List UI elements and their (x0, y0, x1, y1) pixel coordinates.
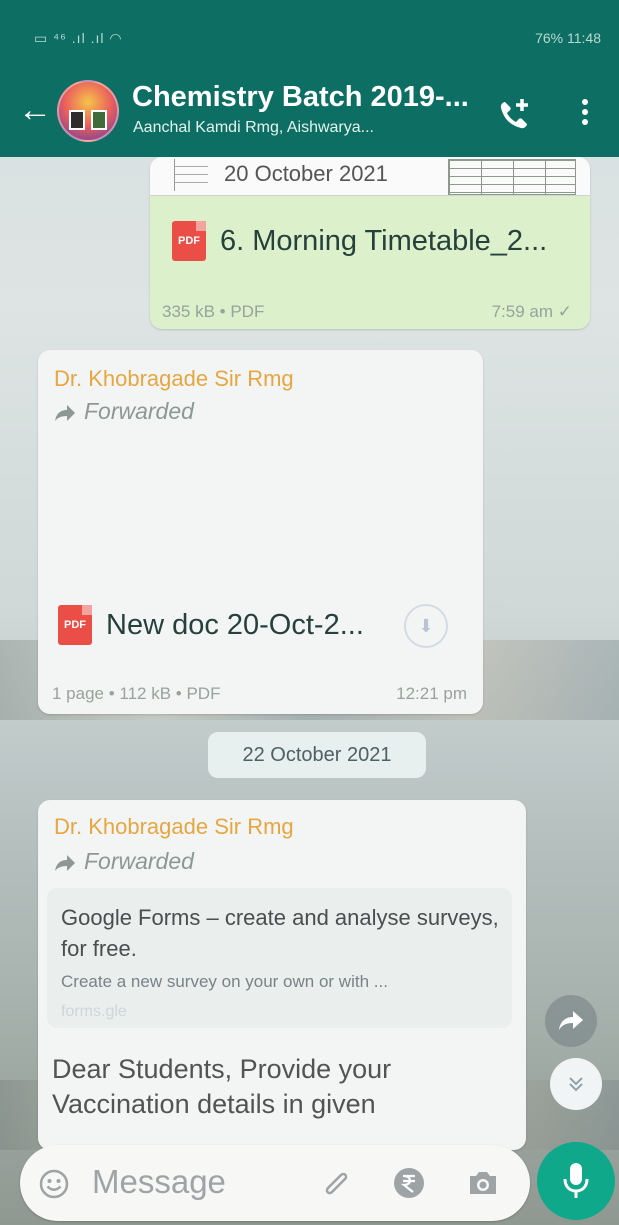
document-meta: 335 kB • PDF (162, 302, 265, 321)
rupee-icon[interactable] (392, 1166, 426, 1200)
avatar-photo (91, 110, 107, 130)
forwarded-text: Forwarded (84, 398, 194, 424)
document-meta: 1 page • 112 kB • PDF (52, 684, 221, 703)
link-preview-description: Create a new survey on your own or with … (61, 972, 388, 991)
group-avatar[interactable] (57, 80, 119, 142)
status-bar-right: 76% 11:48 (535, 30, 601, 46)
thumbnail-table (448, 159, 576, 195)
chat-title[interactable]: Chemistry Batch 2019-... (132, 81, 469, 114)
chat-subtitle[interactable]: Aanchal Kamdi Rmg, Aishwarya... (133, 119, 374, 137)
thumbnail-text: 20 October 2021 (224, 161, 388, 186)
document-name: New doc 20-Oct-2... (106, 608, 364, 641)
document-row[interactable]: PDF New doc 20-Oct-2... (58, 605, 364, 645)
incoming-document-message[interactable]: Dr. Khobragade Sir Rmg Forwarded PDF New… (38, 350, 483, 714)
emoji-icon[interactable] (38, 1168, 70, 1200)
message-input[interactable]: Message (92, 1163, 226, 1201)
sender-name[interactable]: Dr. Khobragade Sir Rmg (54, 814, 294, 840)
date-separator: 22 October 2021 (208, 732, 426, 778)
microphone-icon[interactable] (537, 1142, 615, 1220)
forward-arrow-icon (55, 855, 75, 871)
more-vert-icon[interactable] (573, 95, 597, 135)
forward-arrow-icon (55, 405, 75, 421)
camera-icon[interactable] (466, 1167, 500, 1199)
status-bar: ▭ ⁴⁶ .ıl .ıl ◠ 76% 11:48 (0, 0, 619, 75)
share-icon[interactable] (545, 995, 597, 1047)
pdf-icon: PDF (172, 221, 206, 261)
outgoing-document-message[interactable]: 20 October 2021 PDF 6. Morning Timetable… (150, 157, 590, 329)
link-preview-url: forms.gle (61, 1003, 127, 1020)
paperclip-icon[interactable] (320, 1166, 354, 1200)
download-icon[interactable]: ⬇ (404, 604, 448, 648)
thumbnail-lines (174, 159, 208, 191)
add-call-icon[interactable] (494, 95, 534, 135)
link-preview-title: Google Forms – create and analyse survey… (61, 905, 499, 961)
sender-name[interactable]: Dr. Khobragade Sir Rmg (54, 366, 294, 392)
message-time: 7:59 am ✓ (491, 302, 572, 321)
document-name: 6. Morning Timetable_2... (220, 224, 548, 257)
back-arrow-icon[interactable]: ← (18, 93, 52, 127)
forwarded-label: Forwarded (54, 848, 194, 875)
link-preview[interactable]: Google Forms – create and analyse survey… (47, 888, 512, 1028)
message-composer[interactable]: Message (20, 1145, 530, 1221)
forwarded-text: Forwarded (84, 848, 194, 874)
double-chevron-down-icon[interactable] (550, 1058, 602, 1110)
document-row[interactable]: PDF 6. Morning Timetable_2... (172, 221, 547, 261)
forwarded-label: Forwarded (54, 398, 194, 425)
avatar-photo (69, 110, 85, 130)
status-bar-left: ▭ ⁴⁶ .ıl .ıl ◠ (34, 30, 123, 46)
message-text: Dear Students, Provide your Vaccination … (52, 1054, 392, 1119)
chat-header: ← Chemistry Batch 2019-... Aanchal Kamdi… (0, 75, 619, 157)
message-time: 12:21 pm (396, 684, 467, 703)
document-thumbnail[interactable]: 20 October 2021 (150, 157, 590, 196)
pdf-icon: PDF (58, 605, 92, 645)
